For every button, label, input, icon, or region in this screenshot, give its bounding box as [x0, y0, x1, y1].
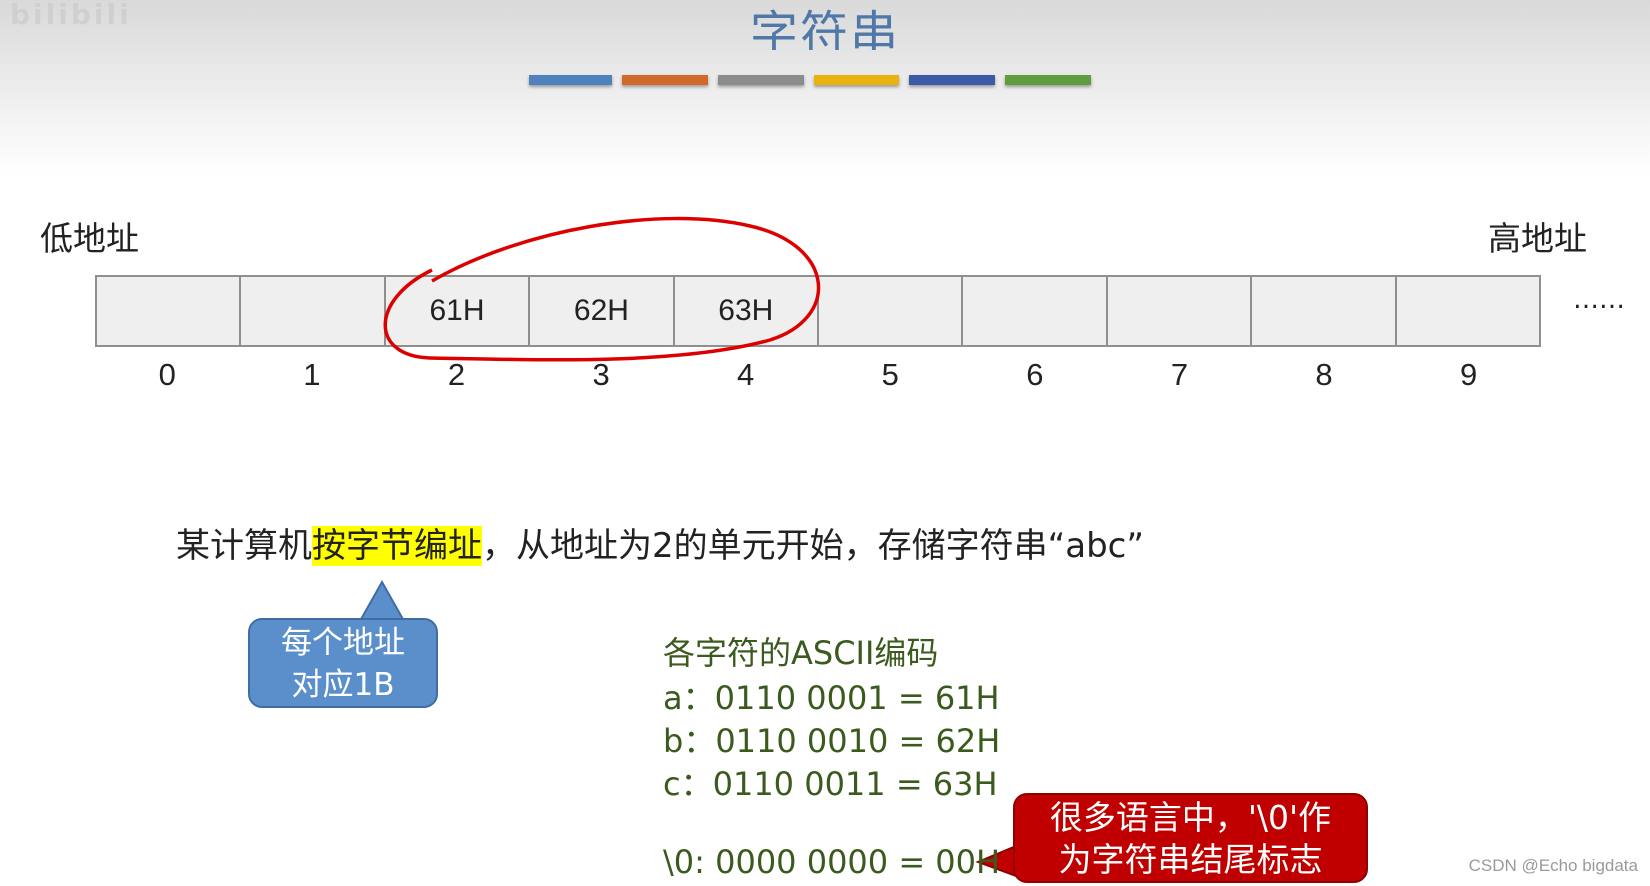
ascii-line-null: \0: 0000 0000 = 00H [663, 843, 1001, 881]
statement-start: 某计算机 [176, 526, 312, 566]
ascii-line-a: a：0110 0001 = 61H [663, 679, 1000, 717]
blue-callout-pointer [358, 579, 406, 622]
statement-highlight: 按字节编址 [312, 526, 482, 566]
ascii-line-c: c：0110 0011 = 63H [663, 765, 998, 803]
callout-line: 每个地址 [281, 625, 405, 661]
red-circle-annotation [383, 216, 821, 362]
ascii-heading: 各字符的ASCII编码 [663, 634, 939, 672]
callout-line: 对应1B [291, 667, 395, 703]
ascii-line-b: b：0110 0010 = 62H [663, 722, 1001, 760]
null-terminator-callout: 很多语言中，'\0'作 为字符串结尾标志 [1013, 793, 1368, 883]
byte-addressing-callout: 每个地址 对应1B [248, 618, 438, 708]
callout-line: 很多语言中，'\0'作 [1049, 798, 1332, 837]
problem-statement: 某计算机按字节编址，从地址为2的单元开始，存储字符串“abc” [176, 518, 1144, 567]
callout-line: 为字符串结尾标志 [1058, 840, 1323, 879]
statement-end: ，从地址为2的单元开始，存储字符串“abc” [482, 526, 1144, 566]
csdn-watermark: CSDN @Echo bigdata [1468, 856, 1638, 875]
